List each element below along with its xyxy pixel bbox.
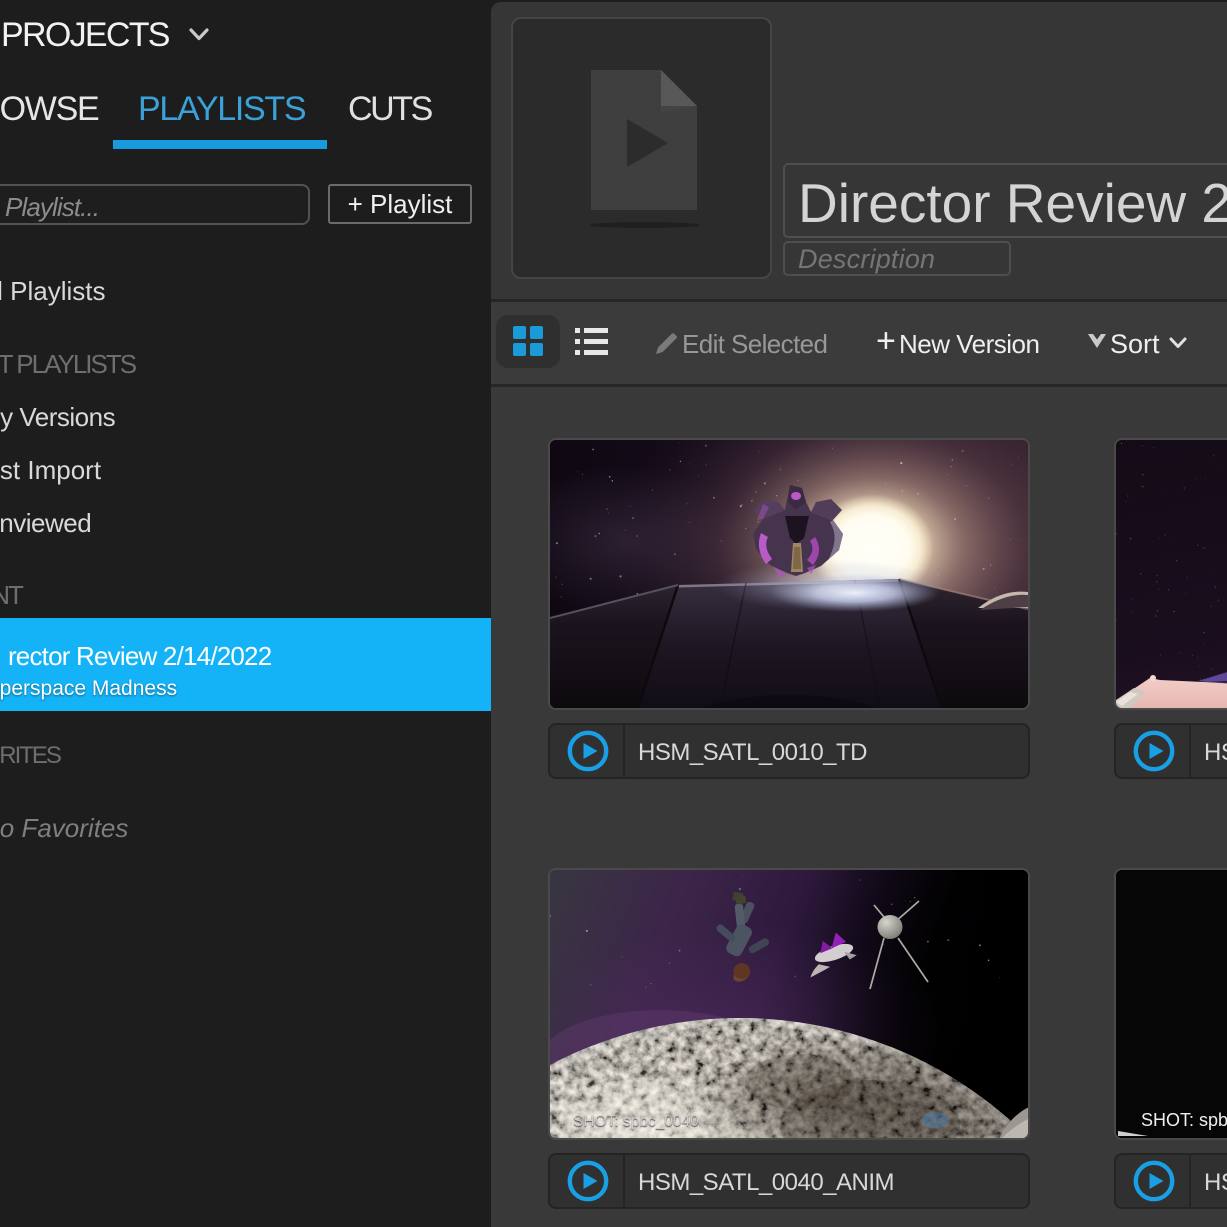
svg-text:SHOT: spbc_0040: SHOT: spbc_0040 (1141, 1110, 1227, 1131)
svg-text:SHOT: spbc_0040: SHOT: spbc_0040 (573, 1113, 699, 1130)
